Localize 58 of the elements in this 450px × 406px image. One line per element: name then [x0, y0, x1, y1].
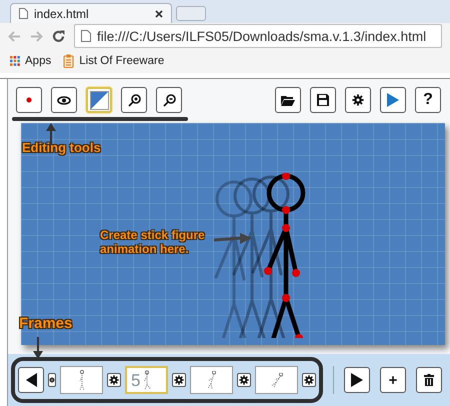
play-icon [351, 373, 363, 387]
folder-button[interactable] [275, 87, 301, 113]
frame-thumbnail[interactable] [255, 366, 298, 394]
trash-icon [424, 374, 434, 386]
fill-color-icon [90, 90, 108, 110]
annotation-label: Editing tools [22, 141, 101, 156]
gear-icon [352, 94, 364, 106]
play-icon [387, 93, 399, 107]
frame-settings-button[interactable] [302, 373, 316, 387]
frame-settings-button[interactable] [48, 373, 56, 387]
apps-grid-icon [10, 56, 20, 66]
address-bar[interactable]: file:///C:/Users/ILFS05/Downloads/sma.v.1.3/index.html [74, 24, 442, 48]
frame-settings-button[interactable] [237, 373, 251, 387]
frame-thumbnail[interactable] [60, 366, 103, 394]
pointer-arrow [214, 233, 252, 245]
gear-button[interactable] [345, 87, 371, 113]
frame-number: 5 [131, 371, 140, 391]
close-icon[interactable] [155, 10, 163, 18]
fill-tool-button[interactable] [86, 87, 112, 113]
annotation-label: Create stick figure animation here. [100, 229, 206, 257]
frame-figure-drawing [78, 370, 84, 390]
previous-icon [26, 373, 36, 387]
eye-icon [57, 96, 71, 104]
zoom-out-tool-button[interactable] [156, 87, 182, 113]
gear-icon [49, 375, 55, 385]
clipboard-icon [63, 54, 74, 68]
frame-figure-drawing [142, 370, 150, 390]
play-button[interactable] [380, 87, 406, 113]
bookmark-link[interactable]: Apps [10, 55, 52, 67]
zoom-in-tool-button[interactable] [121, 87, 147, 113]
page-icon [19, 8, 28, 19]
gear-icon [239, 375, 249, 385]
previous-frame-button[interactable] [18, 367, 44, 393]
eye-tool-button[interactable] [51, 87, 77, 113]
gear-icon [304, 375, 314, 385]
drawing-canvas[interactable] [21, 123, 445, 345]
help-button[interactable]: ? [415, 87, 441, 113]
add-frame-button[interactable]: + [380, 367, 406, 393]
browser-tab[interactable]: index.html [10, 3, 172, 23]
frame-figure-drawing [207, 370, 216, 390]
zoom-out-icon [162, 94, 176, 106]
reload-icon[interactable] [52, 30, 65, 42]
frame-figure-drawing [270, 372, 282, 388]
dot-tool-button[interactable] [16, 87, 42, 113]
play-button[interactable] [344, 367, 370, 393]
save-button[interactable] [310, 87, 336, 113]
bookmark-link[interactable]: List Of Freeware [63, 54, 164, 68]
gear-icon [174, 375, 184, 385]
folder-icon [281, 94, 295, 106]
dot-icon [26, 97, 32, 103]
gear-icon [109, 375, 119, 385]
page-icon [81, 30, 91, 42]
tab-title: index.html [34, 6, 90, 20]
zoom-in-icon [128, 94, 140, 106]
frame-thumbnail[interactable] [190, 366, 233, 394]
frame-settings-button[interactable] [107, 373, 121, 387]
frame-settings-button[interactable] [172, 373, 186, 387]
delete-frame-button[interactable] [416, 367, 442, 393]
